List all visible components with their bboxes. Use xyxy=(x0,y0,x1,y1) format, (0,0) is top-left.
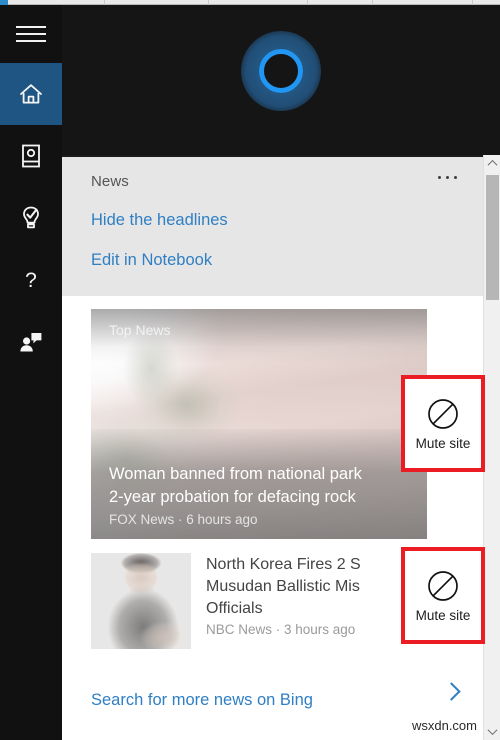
news-card-title: News xyxy=(91,173,129,190)
edit-in-notebook-link[interactable]: Edit in Notebook xyxy=(91,251,463,270)
search-more-news-label: Search for more news on Bing xyxy=(91,690,313,709)
top-news-card[interactable]: Top News Woman banned from national park… xyxy=(91,309,427,539)
prohibition-circle-icon xyxy=(428,398,458,429)
dot-icon xyxy=(454,176,457,179)
cortana-ring-icon xyxy=(259,49,303,93)
news-list-item[interactable]: North Korea Fires 2 S Musudan Ballistic … xyxy=(91,553,427,649)
home-icon xyxy=(20,84,42,104)
chevron-up-icon xyxy=(487,159,498,170)
sidebar-item-feedback[interactable] xyxy=(0,311,62,373)
question-mark-icon: ? xyxy=(25,269,37,292)
scrollbar-thumb[interactable] xyxy=(486,175,499,300)
top-news-source: FOX News · 6 hours ago xyxy=(109,512,258,527)
svg-text:?: ? xyxy=(25,269,37,292)
panel-spacer xyxy=(62,296,483,309)
watermark: wsxdn.com xyxy=(411,718,477,733)
chevron-down-icon xyxy=(487,725,498,736)
scroll-up-arrow[interactable] xyxy=(484,155,500,172)
sidebar-item-reminders[interactable] xyxy=(0,187,62,249)
scroll-down-arrow[interactable] xyxy=(484,723,500,740)
mute-site-button-1[interactable]: Mute site xyxy=(401,375,485,472)
top-news-text-block: Woman banned from national park 2-year p… xyxy=(109,463,421,527)
sidebar-item-home[interactable] xyxy=(0,63,62,125)
dot-icon xyxy=(446,176,449,179)
left-navigation-rail: ? xyxy=(0,5,62,740)
notebook-icon xyxy=(22,144,40,168)
sidebar-item-help[interactable]: ? xyxy=(0,249,62,311)
news-item-source: NBC News · 3 hours ago xyxy=(206,622,356,637)
hide-the-headlines-link[interactable]: Hide the headlines xyxy=(91,211,463,230)
portrait-image xyxy=(91,553,191,649)
mute-site-button-2[interactable]: Mute site xyxy=(401,547,485,644)
chevron-right-icon xyxy=(442,682,461,701)
news-item-body: North Korea Fires 2 S Musudan Ballistic … xyxy=(191,553,427,649)
person-speech-bubble-icon xyxy=(20,333,42,352)
prohibition-circle-icon xyxy=(428,570,458,601)
news-item-thumbnail xyxy=(91,553,191,649)
dot-icon xyxy=(438,176,441,179)
news-item-headline-line3: Officials xyxy=(206,600,263,617)
cortana-header xyxy=(62,5,500,155)
news-card-header: News Hide the headlines Edit in Notebook xyxy=(62,157,483,296)
mute-site-label: Mute site xyxy=(415,607,471,623)
vertical-scrollbar[interactable] xyxy=(483,155,500,740)
mute-site-label: Mute site xyxy=(415,435,471,451)
sidebar-item-notebook[interactable] xyxy=(0,125,62,187)
search-more-news-row[interactable]: Search for more news on Bing xyxy=(62,677,483,723)
news-item-headline-line1: North Korea Fires 2 S xyxy=(206,556,361,573)
top-news-headline-line2: 2-year probation for defacing rock xyxy=(109,488,356,506)
news-item-headline-line2: Musudan Ballistic Mis xyxy=(206,578,360,595)
hamburger-menu-button[interactable] xyxy=(0,5,62,63)
lightbulb-check-icon xyxy=(23,206,39,229)
overflow-menu-button[interactable] xyxy=(438,176,457,179)
top-news-headline-line1: Woman banned from national park xyxy=(109,465,362,483)
cortana-ring-logo[interactable] xyxy=(241,31,321,111)
cortana-home-panel: ? News Hide the headlines Edit in Notebo… xyxy=(0,0,500,740)
top-news-badge: Top News xyxy=(109,322,171,338)
hamburger-menu-icon xyxy=(16,21,46,47)
